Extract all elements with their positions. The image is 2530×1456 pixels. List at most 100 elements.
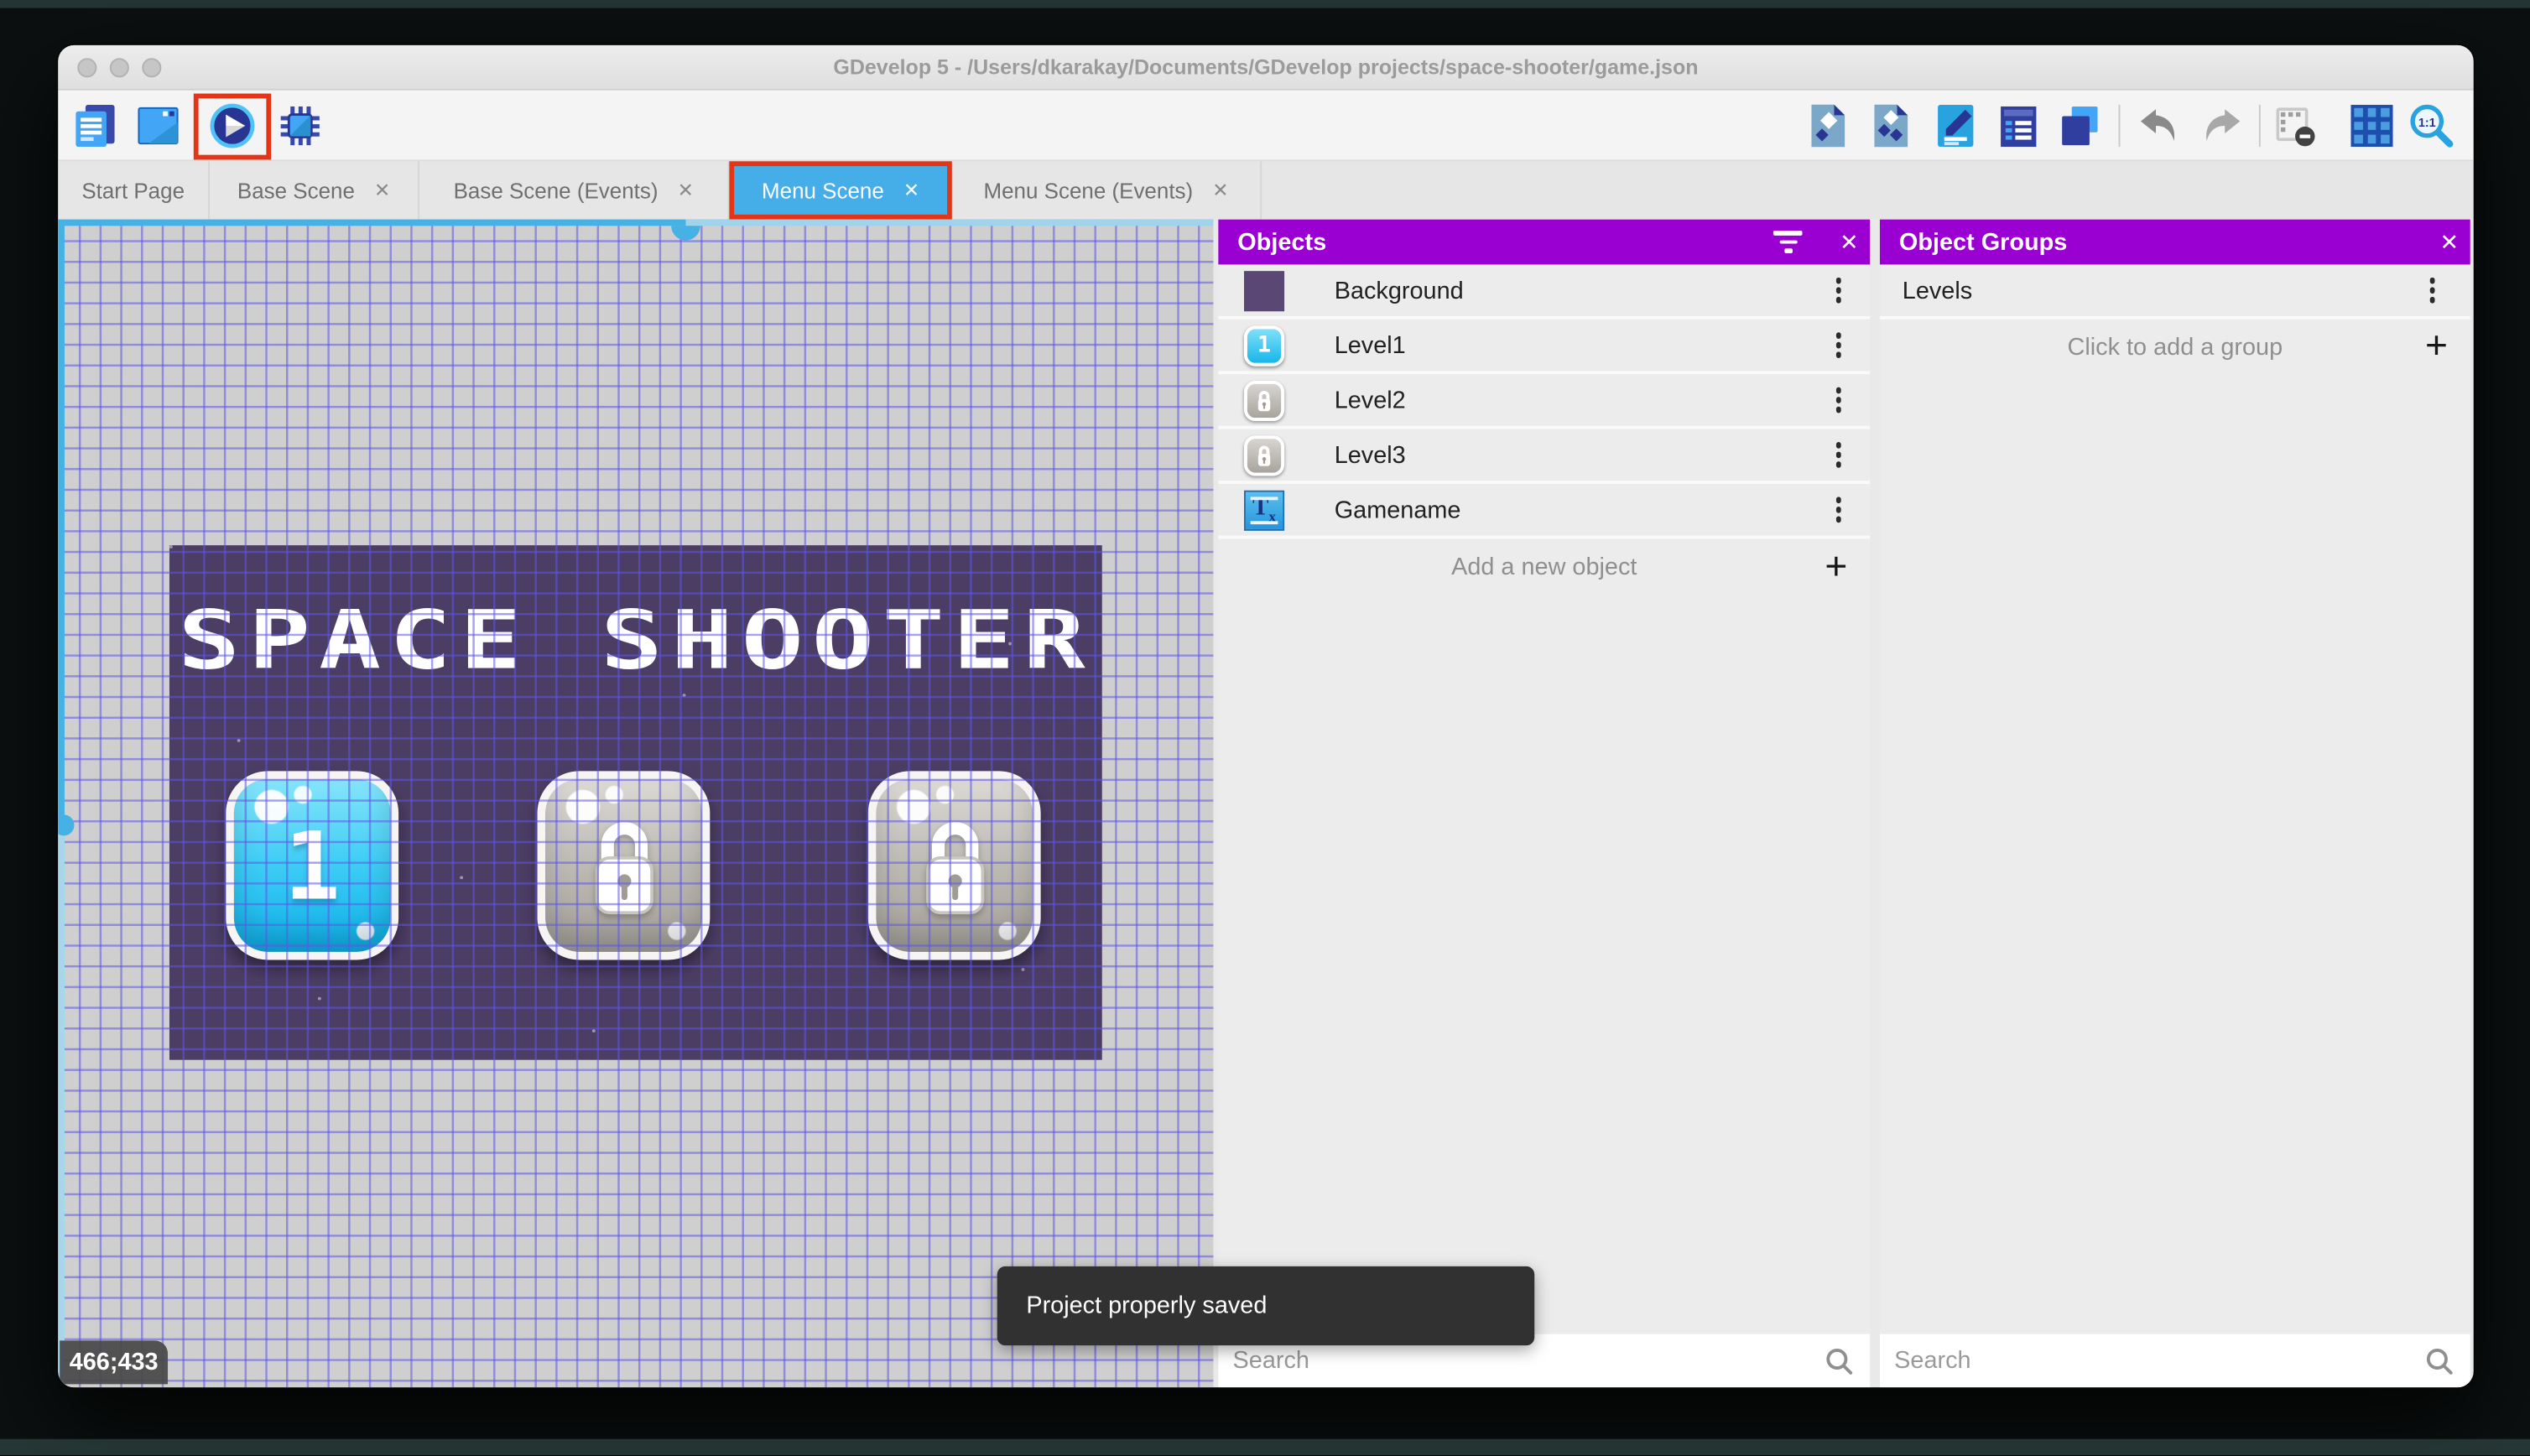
tab-base-scene-events[interactable]: Base Scene (Events) ✕ [419, 161, 730, 220]
tab-label: Start Page [81, 178, 185, 203]
background-thumbnail-icon [1243, 270, 1285, 311]
object-label: Level1 [1334, 331, 1406, 359]
save-toast: Project properly saved [997, 1266, 1535, 1346]
zoom-1-1-icon[interactable]: 1:1 [2408, 101, 2456, 150]
close-panel-icon[interactable]: ✕ [2428, 228, 2470, 256]
scene-window-top-handle[interactable] [671, 226, 700, 241]
object-groups-panel-header: Object Groups ✕ [1879, 219, 2470, 265]
close-tab-icon[interactable]: ✕ [374, 179, 390, 202]
project-manager-icon[interactable] [71, 101, 120, 150]
search-icon[interactable] [2425, 1346, 2455, 1375]
close-tab-icon[interactable]: ✕ [678, 179, 694, 202]
object-menu-icon[interactable] [1829, 436, 1847, 474]
scene-window-left-handle[interactable] [58, 814, 75, 836]
object-row-level2[interactable]: Level2 [1218, 374, 1871, 429]
scene-window-icon[interactable] [134, 101, 183, 150]
scene-canvas[interactable]: SPACE SHOOTER 1 466;433 [58, 219, 1214, 1388]
add-group-button[interactable]: Click to add a group + [1879, 319, 2470, 375]
objects-panel: Objects ✕ Background 1 Level1 Level2 Lev… [1218, 219, 1871, 1388]
objects-search-input[interactable] [1218, 1347, 1825, 1375]
object-row-level3[interactable]: Level3 [1218, 429, 1871, 485]
toolbar-divider [2118, 105, 2121, 148]
close-tab-icon[interactable]: ✕ [903, 179, 919, 202]
group-menu-icon[interactable] [2423, 272, 2441, 309]
scene-title-text[interactable]: SPACE SHOOTER [58, 601, 1213, 681]
object-groups-panel: Object Groups ✕ Levels Click to add a gr… [1879, 219, 2470, 1388]
group-row-levels[interactable]: Levels [1879, 264, 2470, 320]
locked-thumbnail-icon [1243, 434, 1285, 476]
undo-icon[interactable] [2135, 101, 2184, 150]
object-label: Level2 [1334, 386, 1406, 414]
star-specks [169, 545, 173, 549]
object-menu-icon[interactable] [1829, 326, 1847, 364]
object-menu-icon[interactable] [1829, 491, 1847, 528]
objects-panel-title: Objects [1237, 228, 1327, 256]
lock-icon [594, 821, 653, 914]
level1-button-instance[interactable]: 1 [226, 771, 399, 960]
window-title: GDevelop 5 - /Users/dkarakay/Documents/G… [833, 55, 1699, 80]
close-window-button[interactable] [77, 58, 97, 78]
scene-window-left-border [58, 219, 65, 1388]
edit-scene-icon[interactable] [1931, 101, 1980, 150]
add-object-label: Add a new object [1451, 553, 1637, 581]
plus-icon[interactable]: + [1825, 547, 1847, 586]
tab-menu-scene[interactable]: Menu Scene ✕ [729, 161, 952, 220]
instances-list-icon[interactable] [2055, 101, 2104, 150]
group-label: Levels [1902, 276, 1973, 304]
tab-bar: Start Page Base Scene ✕ Base Scene (Even… [58, 161, 2474, 220]
close-tab-icon[interactable]: ✕ [1212, 179, 1228, 202]
tab-label: Menu Scene (Events) [983, 178, 1194, 203]
objects-panel-header: Objects ✕ [1218, 219, 1871, 265]
level2-button-instance[interactable] [537, 771, 711, 960]
scene-background-instance[interactable]: SPACE SHOOTER 1 [169, 545, 1102, 1060]
object-editor-icon[interactable] [1804, 101, 1852, 150]
mask-icon[interactable] [2270, 101, 2319, 150]
object-row-gamename[interactable]: Tx Gamename [1218, 484, 1871, 539]
maximize-window-button[interactable] [142, 58, 162, 78]
debug-icon[interactable] [276, 101, 325, 150]
object-label: Background [1334, 276, 1464, 304]
gdevelop-window: GDevelop 5 - /Users/dkarakay/Documents/G… [58, 44, 2474, 1388]
locked-thumbnail-icon [1243, 379, 1285, 421]
scene-properties-icon[interactable] [1994, 101, 2043, 150]
add-group-label: Click to add a group [2067, 333, 2283, 361]
tab-label: Menu Scene [761, 178, 884, 203]
preview-play-icon[interactable] [208, 101, 257, 150]
tab-base-scene[interactable]: Base Scene ✕ [210, 161, 420, 220]
minimize-window-button[interactable] [109, 58, 129, 78]
tab-label: Base Scene (Events) [453, 178, 659, 203]
grid-icon[interactable] [2348, 101, 2397, 150]
svg-text:1:1: 1:1 [2418, 117, 2436, 130]
object-groups-panel-title: Object Groups [1898, 228, 2068, 256]
level1-thumbnail-icon: 1 [1243, 325, 1285, 366]
close-panel-icon[interactable]: ✕ [1828, 228, 1870, 256]
toolbar: 1:1 [58, 90, 2474, 162]
traffic-lights [77, 58, 162, 78]
redo-icon[interactable] [2198, 101, 2246, 150]
object-menu-icon[interactable] [1829, 381, 1847, 419]
title-bar: GDevelop 5 - /Users/dkarakay/Documents/G… [58, 44, 2474, 91]
groups-search-row [1879, 1334, 2470, 1388]
object-groups-editor-icon[interactable] [1866, 101, 1915, 150]
tab-start-page[interactable]: Start Page [58, 161, 211, 220]
tab-label: Base Scene [237, 178, 355, 203]
add-object-button[interactable]: Add a new object + [1218, 538, 1871, 595]
text-object-thumbnail-icon: Tx [1243, 489, 1285, 530]
filter-icon[interactable] [1773, 231, 1803, 253]
cursor-coordinates: 466;433 [60, 1340, 169, 1385]
scene-window-top-border [58, 219, 1214, 226]
tab-menu-scene-events[interactable]: Menu Scene (Events) ✕ [951, 161, 1262, 220]
level3-button-instance[interactable] [867, 771, 1041, 960]
level-number: 1 [284, 810, 341, 921]
object-row-level1[interactable]: 1 Level1 [1218, 319, 1871, 375]
object-label: Gamename [1334, 496, 1461, 524]
search-icon[interactable] [1825, 1346, 1854, 1375]
lock-icon [925, 821, 984, 914]
object-row-background[interactable]: Background [1218, 264, 1871, 320]
plus-icon[interactable]: + [2425, 327, 2448, 366]
editor-content: SPACE SHOOTER 1 466;433 Objects ✕ Backgr… [58, 219, 2474, 1388]
toolbar-divider [2258, 105, 2261, 148]
groups-search-input[interactable] [1879, 1347, 2425, 1375]
object-menu-icon[interactable] [1829, 272, 1847, 309]
object-label: Level3 [1334, 441, 1406, 469]
